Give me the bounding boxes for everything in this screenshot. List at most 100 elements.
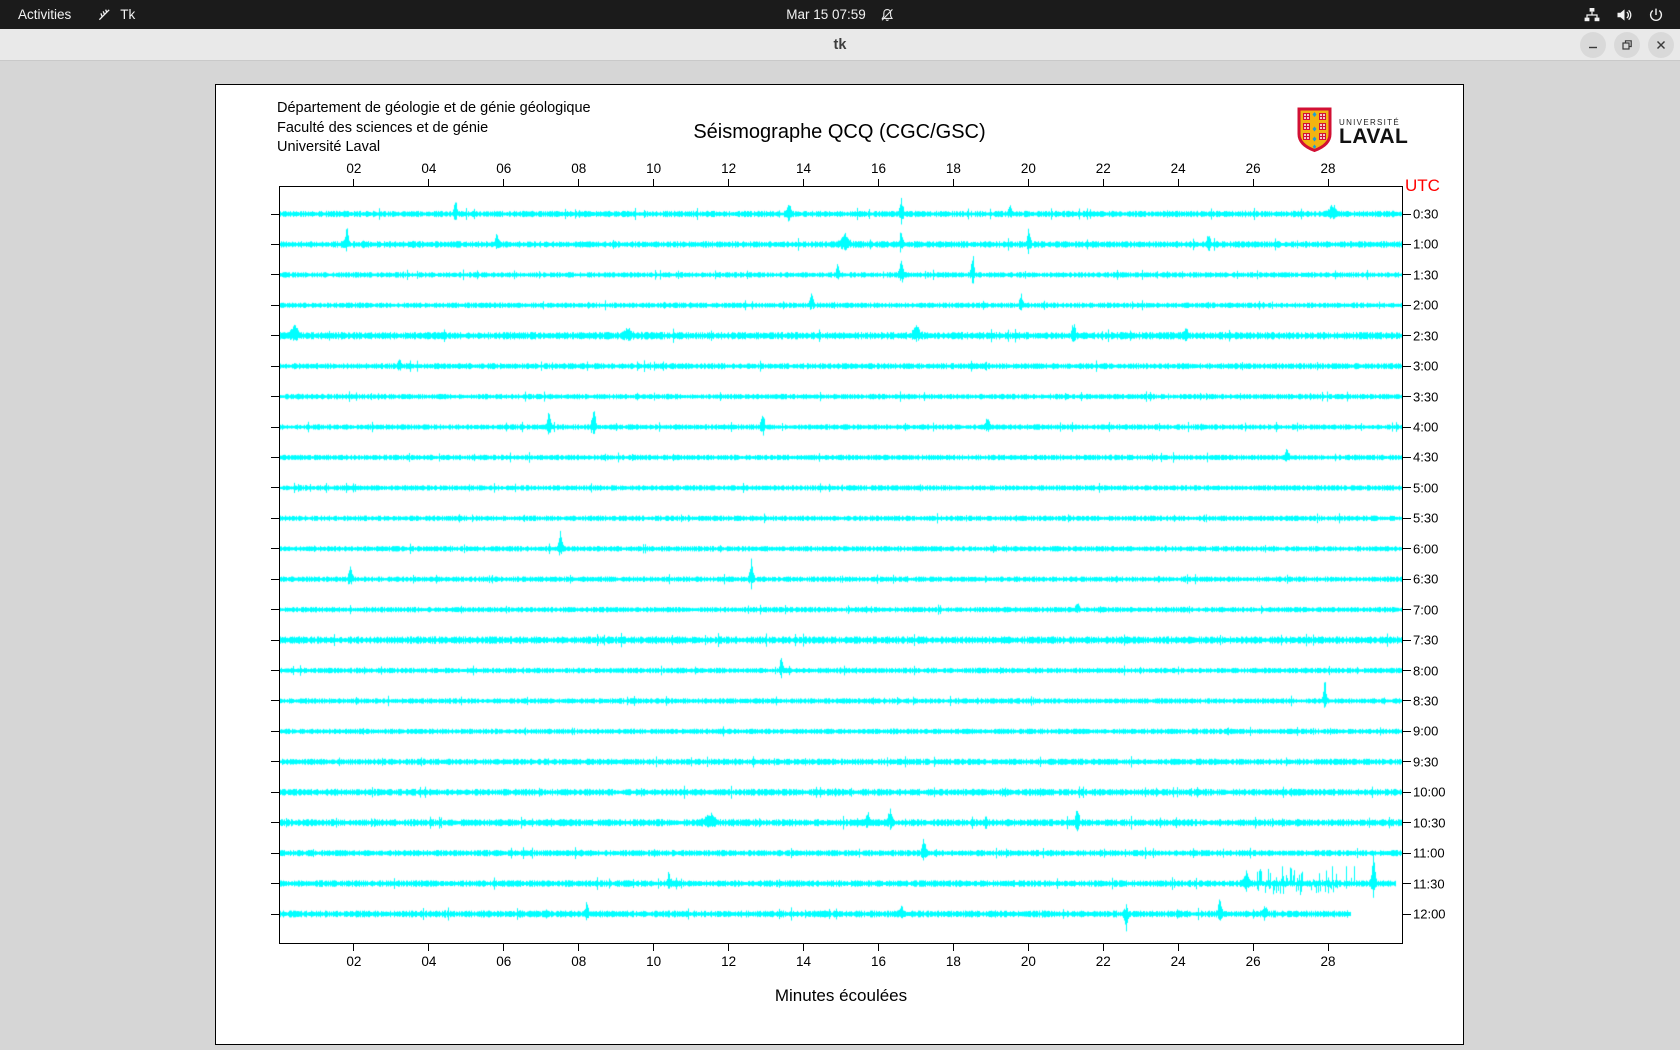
x-tick-label-bottom: 20: [1020, 954, 1036, 969]
x-tick-top: [728, 179, 730, 186]
clock-button[interactable]: Mar 15 07:59: [786, 7, 894, 22]
x-tick-label-bottom: 24: [1170, 954, 1186, 969]
notifications-disabled-icon: [880, 8, 894, 22]
trace-tick-left: [271, 639, 279, 641]
gnome-top-bar: Activities Tk Mar 15 07:59: [0, 0, 1680, 29]
x-tick-top: [653, 179, 655, 186]
trace-tick-left: [271, 730, 279, 732]
x-tick-label-bottom: 28: [1320, 954, 1336, 969]
trace-tick-left: [271, 670, 279, 672]
trace-tick-left: [271, 456, 279, 458]
laval-logo-line2: LAVAL: [1339, 124, 1409, 148]
x-tick-label-bottom: 08: [571, 954, 587, 969]
x-tick-top: [877, 179, 879, 186]
activities-label: Activities: [18, 7, 72, 22]
activities-button[interactable]: Activities: [18, 7, 71, 22]
universite-laval-logo: UNIVERSITÉ LAVAL: [1297, 107, 1408, 157]
trace-tick-right: [1403, 791, 1411, 793]
x-tick-bottom: [877, 944, 879, 951]
x-tick-bottom: [803, 944, 805, 951]
trace-tick-right: [1403, 426, 1411, 428]
trace-tick-left: [271, 761, 279, 763]
trace-time-label: 1:00: [1413, 236, 1439, 252]
trace-time-label: 2:30: [1413, 328, 1439, 344]
x-tick-label-top: 14: [796, 161, 812, 176]
x-tick-label-bottom: 18: [945, 954, 961, 969]
trace-time-label: 11:00: [1413, 845, 1445, 861]
trace-tick-left: [271, 852, 279, 854]
window-titlebar: tk: [0, 29, 1680, 61]
x-tick-top: [1327, 179, 1329, 186]
x-tick-top: [428, 179, 430, 186]
trace-tick-right: [1403, 517, 1411, 519]
trace-tick-right: [1403, 396, 1411, 398]
trace-time-label: 10:00: [1413, 784, 1446, 800]
trace-time-label: 5:00: [1413, 480, 1439, 496]
trace-tick-left: [271, 822, 279, 824]
x-axis-label: Minutes écoulées: [774, 986, 908, 1005]
x-tick-label-bottom: 26: [1245, 954, 1261, 969]
trace-time-label: 9:00: [1413, 723, 1439, 739]
x-tick-top: [503, 179, 505, 186]
trace-tick-left: [271, 913, 279, 915]
x-tick-top: [803, 179, 805, 186]
trace-tick-left: [271, 791, 279, 793]
trace-tick-left: [271, 578, 279, 580]
trace-tick-left: [271, 700, 279, 702]
trace-tick-left: [271, 396, 279, 398]
close-button[interactable]: [1648, 32, 1674, 58]
laval-shield-icon: [1297, 107, 1332, 157]
app-menu-button[interactable]: Tk: [97, 7, 135, 22]
x-tick-bottom: [1177, 944, 1179, 951]
trace-time-label: 8:30: [1413, 693, 1439, 709]
trace-tick-left: [271, 304, 279, 306]
chart-title: Séismographe QCQ (CGC/GSC): [693, 121, 986, 143]
laval-logo-text: UNIVERSITÉ LAVAL: [1339, 118, 1408, 147]
tk-window-body: Département de géologie et de génie géol…: [0, 61, 1680, 1050]
trace-tick-right: [1403, 456, 1411, 458]
trace-tick-right: [1403, 243, 1411, 245]
window-title: tk: [833, 36, 847, 53]
x-tick-label-top: 06: [496, 161, 512, 176]
x-tick-label-bottom: 16: [870, 954, 886, 969]
trace-tick-left: [271, 517, 279, 519]
trace-tick-right: [1403, 213, 1411, 215]
trace-time-label: 10:30: [1413, 815, 1446, 831]
x-tick-label-top: 02: [346, 161, 362, 176]
trace-time-label: 6:30: [1413, 571, 1439, 587]
trace-tick-right: [1403, 365, 1411, 367]
trace-time-label: 8:00: [1413, 663, 1439, 679]
x-tick-bottom: [1102, 944, 1104, 951]
restore-button[interactable]: [1614, 32, 1640, 58]
x-tick-top: [1027, 179, 1029, 186]
x-tick-top: [952, 179, 954, 186]
x-tick-label-bottom: 06: [496, 954, 512, 969]
trace-tick-right: [1403, 700, 1411, 702]
x-tick-bottom: [952, 944, 954, 951]
trace-time-label: 4:30: [1413, 449, 1439, 465]
trace-tick-left: [271, 609, 279, 611]
x-tick-label-bottom: 14: [796, 954, 812, 969]
power-icon[interactable]: [1648, 7, 1664, 23]
trace-time-label: 6:00: [1413, 541, 1439, 557]
trace-tick-right: [1403, 304, 1411, 306]
x-tick-label-top: 18: [945, 161, 961, 176]
trace-tick-right: [1403, 913, 1411, 915]
trace-time-label: 9:30: [1413, 754, 1439, 770]
trace-tick-right: [1403, 335, 1411, 337]
plot-border: [279, 186, 1403, 944]
minimize-button[interactable]: [1580, 32, 1606, 58]
network-icon[interactable]: [1584, 7, 1600, 23]
x-tick-bottom: [653, 944, 655, 951]
volume-icon[interactable]: [1616, 7, 1632, 23]
utc-axis-label: UTC: [1405, 176, 1440, 195]
institution-line-1: Département de géologie et de génie géol…: [277, 100, 591, 116]
x-tick-top: [1102, 179, 1104, 186]
x-tick-label-top: 10: [646, 161, 662, 176]
trace-tick-left: [271, 426, 279, 428]
trace-time-label: 5:30: [1413, 510, 1439, 526]
x-tick-bottom: [1252, 944, 1254, 951]
trace-tick-left: [271, 883, 279, 885]
x-tick-label-top: 04: [421, 161, 437, 176]
x-tick-bottom: [353, 944, 355, 951]
